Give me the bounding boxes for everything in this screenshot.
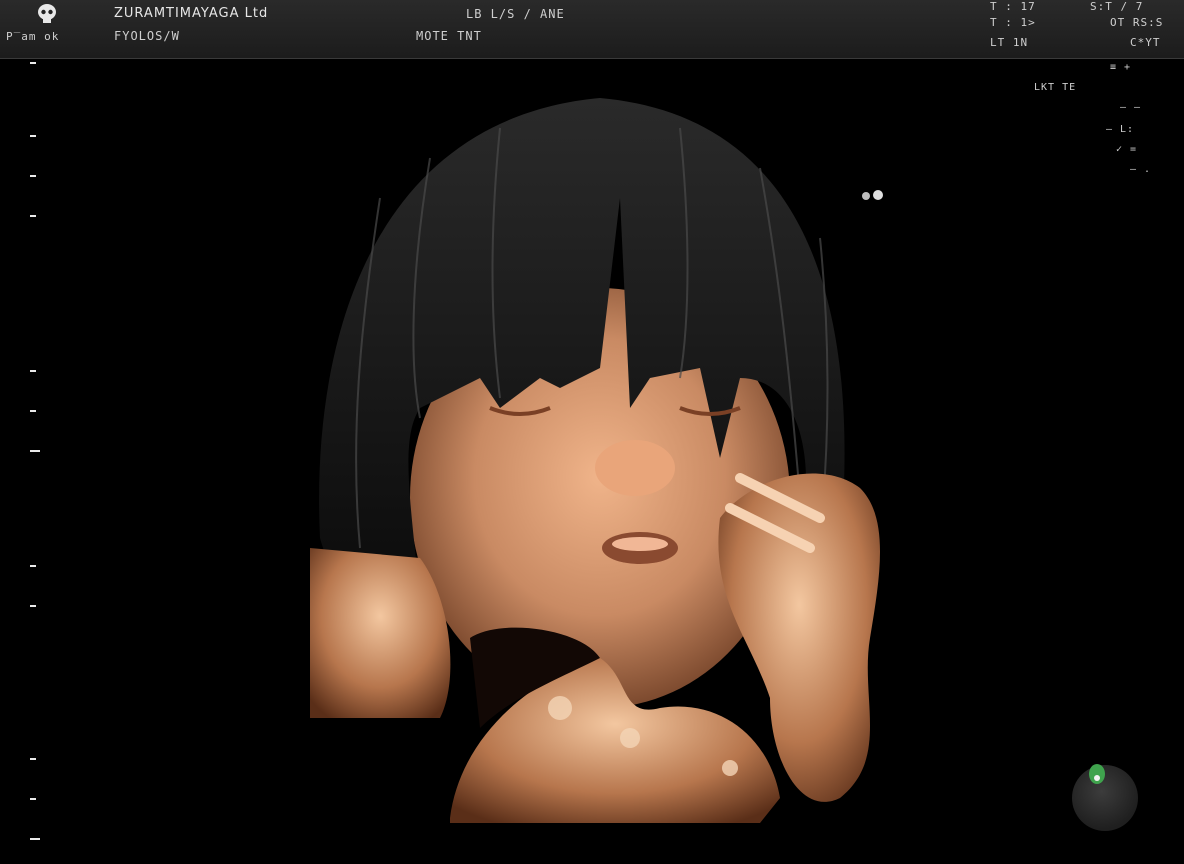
ruler-tick — [30, 175, 36, 177]
orientation-marker-icon — [1089, 764, 1105, 784]
ruler-tick — [30, 62, 36, 64]
panel-line: — L: — [1106, 124, 1135, 135]
fetal-3d-render — [310, 98, 880, 823]
top-status-bar: P‾am ok ZURAMTIMAYAGA Ltd FYOLOS/W LB L/… — [0, 0, 1184, 59]
probe-info: LB L/S / ANE — [466, 7, 565, 21]
ruler-tick — [30, 135, 36, 137]
mode-info: MOTE TNT — [416, 29, 482, 43]
param-3: LT 1N — [990, 36, 1029, 49]
ruler-tick — [30, 605, 36, 607]
operator-label: P‾am ok — [6, 30, 60, 43]
panel-line: ✓ = — [1116, 144, 1138, 155]
patient-id: FYOLOS/W — [114, 29, 180, 43]
param-4: S:T / 7 — [1090, 0, 1144, 13]
param-2: T : 1> — [990, 16, 1036, 29]
ruler-tick — [30, 798, 36, 800]
ruler-tick — [30, 215, 36, 217]
param-5: OT RS:S — [1110, 16, 1164, 29]
panel-line: — — — [1120, 102, 1142, 113]
ruler-tick — [30, 758, 36, 760]
ruler-tick — [30, 450, 40, 452]
panel-line: LKT TE — [1034, 82, 1077, 93]
ruler-tick — [30, 370, 36, 372]
param-6: C*YT — [1130, 36, 1161, 49]
ruler-tick — [30, 410, 36, 412]
institution-title: ZURAMTIMAYAGA Ltd — [114, 6, 269, 21]
panel-line: — . — [1130, 164, 1152, 175]
ruler-tick — [30, 838, 40, 840]
ruler-tick — [30, 565, 36, 567]
panel-line: ≡ + — [1110, 62, 1132, 73]
param-1: T : 17 — [990, 0, 1036, 13]
skull-logo-icon — [38, 4, 56, 23]
